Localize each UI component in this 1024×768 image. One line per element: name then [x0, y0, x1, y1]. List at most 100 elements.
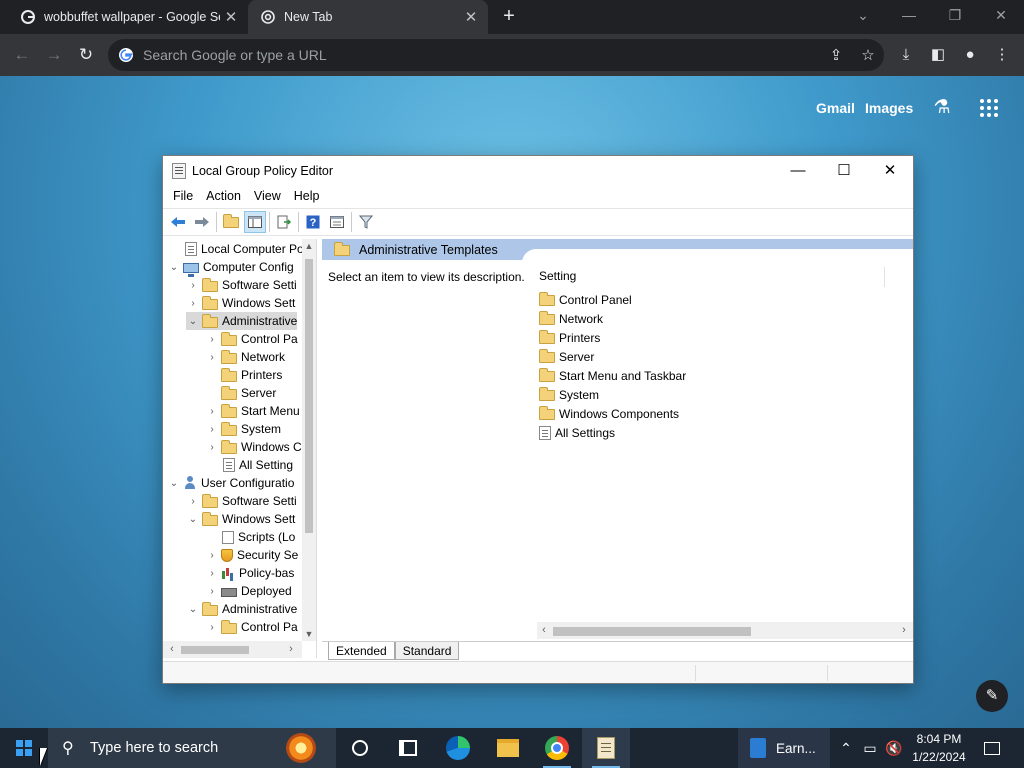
collapsed-chevron-icon[interactable]: › [205, 406, 219, 417]
scroll-left-arrow-icon[interactable]: ‹ [165, 641, 179, 658]
gpedit-taskbar-icon[interactable] [582, 728, 630, 768]
scroll-right-arrow-icon[interactable]: › [897, 622, 911, 639]
console-tree[interactable]: › Control Pa ⌄ Administrative › Deployed › Poli… [163, 239, 317, 658]
forward-arrow-icon[interactable] [191, 211, 213, 233]
tree-item[interactable]: › Policy-bas [205, 564, 294, 582]
expanded-chevron-icon[interactable]: ⌄ [186, 316, 200, 327]
taskbar-earn-document[interactable]: Earn... [738, 728, 830, 768]
tree-horizontal-scrollbar[interactable]: ‹ › [163, 641, 302, 658]
maximize-icon[interactable]: ☐ [821, 156, 867, 185]
collapsed-chevron-icon[interactable]: › [186, 280, 200, 291]
network-icon[interactable]: ▭ [860, 728, 880, 768]
collapsed-chevron-icon[interactable]: › [186, 496, 200, 507]
setting-list-item[interactable]: Windows Components [539, 405, 679, 423]
tree-item[interactable]: › Network [205, 348, 285, 366]
tree-item[interactable]: Scripts (Lo [205, 528, 295, 546]
chrome-taskbar-icon[interactable] [533, 728, 581, 768]
profile-icon[interactable]: ● [958, 43, 982, 67]
file-explorer-icon[interactable] [484, 728, 532, 768]
notification-center-icon[interactable] [980, 728, 1004, 768]
google-apps-icon[interactable] [980, 99, 998, 117]
customize-chrome-pencil-icon[interactable]: ✎ [976, 680, 1008, 712]
expanded-chevron-icon[interactable]: ⌄ [186, 604, 200, 615]
gmail-link[interactable]: Gmail [816, 100, 855, 116]
minimize-icon[interactable]: — [775, 156, 821, 185]
share-icon[interactable]: ⇪ [820, 46, 852, 64]
scroll-left-arrow-icon[interactable]: ‹ [537, 622, 551, 639]
tree-item[interactable]: › Windows C [205, 438, 302, 456]
tree-item[interactable]: Printers [205, 366, 282, 384]
collapsed-chevron-icon[interactable]: › [186, 298, 200, 309]
tree-item[interactable]: Server [205, 384, 276, 402]
collapsed-chevron-icon[interactable]: › [205, 568, 219, 579]
details-horizontal-scrollbar[interactable]: ‹ › [537, 622, 913, 639]
setting-list-item[interactable]: Network [539, 310, 603, 328]
column-separator[interactable] [884, 267, 885, 287]
tab-search-chevron-icon[interactable]: ⌄ [840, 0, 886, 30]
new-tab-button[interactable]: + [496, 5, 522, 29]
collapsed-chevron-icon[interactable]: › [205, 334, 219, 345]
tree-item[interactable]: ⌄ Administrative [186, 312, 298, 330]
cortana-icon[interactable] [336, 728, 384, 768]
tree-item[interactable]: ⌄ Computer Config [167, 258, 294, 277]
bookmark-star-icon[interactable]: ☆ [852, 46, 884, 64]
taskbar-search-box[interactable]: ⚲ Type here to search [48, 728, 336, 768]
tree-item[interactable]: › Start Menu [205, 402, 300, 420]
menu-file[interactable]: File [163, 189, 200, 203]
scroll-down-arrow-icon[interactable]: ▼ [302, 627, 316, 641]
tree-item[interactable]: › Control Pa [205, 618, 298, 636]
properties-icon[interactable] [326, 211, 348, 233]
setting-list-item[interactable]: System [539, 386, 599, 404]
volume-muted-icon[interactable]: 🔇 [884, 728, 904, 768]
help-icon[interactable]: ? [302, 211, 324, 233]
tree-item[interactable]: › Software Setti [186, 276, 297, 294]
filter-icon[interactable] [355, 211, 377, 233]
setting-list-item[interactable]: Control Panel [539, 291, 632, 309]
browser-tab-google-search[interactable]: wobbuffet wallpaper - Google Se ✕ [8, 0, 248, 34]
task-view-icon[interactable] [384, 728, 432, 768]
collapsed-chevron-icon[interactable]: › [205, 424, 219, 435]
up-folder-icon[interactable] [220, 211, 242, 233]
collapsed-chevron-icon[interactable]: › [205, 352, 219, 363]
address-bar[interactable]: Search Google or type a URL ⇪ ☆ [108, 39, 884, 71]
tree-item[interactable]: › Software Setti [186, 492, 297, 510]
close-window-icon[interactable]: ✕ [867, 156, 913, 185]
tree-item[interactable]: ⌄ User Configuratio [167, 474, 294, 492]
restore-icon[interactable]: ❐ [932, 0, 978, 30]
menu-help[interactable]: Help [288, 189, 327, 203]
reload-icon[interactable]: ↻ [74, 43, 98, 67]
download-icon[interactable]: ⤓ [894, 43, 918, 67]
tab-standard[interactable]: Standard [394, 642, 460, 660]
setting-list-item[interactable]: Server [539, 348, 594, 366]
tab-extended[interactable]: Extended [328, 642, 395, 660]
browser-tab-new-tab[interactable]: New Tab ✕ [248, 0, 488, 34]
tree-item[interactable]: ⌄ Administrative [186, 600, 297, 618]
tree-vertical-scrollbar[interactable]: ▲ ▼ [302, 239, 316, 641]
search-highlight-image[interactable] [270, 728, 336, 768]
expanded-chevron-icon[interactable]: ⌄ [167, 478, 181, 489]
collapsed-chevron-icon[interactable]: › [205, 550, 219, 561]
column-header-setting[interactable]: Setting [539, 269, 576, 283]
collapsed-chevron-icon[interactable]: › [205, 622, 219, 633]
tree-item[interactable]: ⌄ Windows Sett [186, 510, 295, 528]
show-hide-tree-icon[interactable] [244, 211, 266, 233]
close-tab-icon[interactable]: ✕ [460, 8, 482, 26]
close-tab-icon[interactable]: ✕ [220, 8, 242, 26]
scroll-right-arrow-icon[interactable]: › [284, 641, 298, 658]
back-arrow-icon[interactable] [167, 211, 189, 233]
back-icon[interactable]: ← [10, 43, 34, 67]
tree-item[interactable]: Local Computer Polic [167, 240, 315, 258]
menu-view[interactable]: View [248, 189, 288, 203]
clock[interactable]: 8:04 PM 1/22/2024 [908, 730, 970, 766]
minimize-icon[interactable]: — [886, 0, 932, 30]
labs-flask-icon[interactable]: ⚗ [930, 96, 954, 120]
tree-item[interactable]: › Security Se [205, 546, 298, 564]
expanded-chevron-icon[interactable]: ⌄ [186, 514, 200, 525]
close-window-icon[interactable]: ✕ [978, 0, 1024, 30]
setting-list-item[interactable]: All Settings [539, 424, 615, 442]
export-list-icon[interactable] [273, 211, 295, 233]
scroll-up-arrow-icon[interactable]: ▲ [302, 239, 316, 253]
collapsed-chevron-icon[interactable]: › [205, 442, 219, 453]
expanded-chevron-icon[interactable]: ⌄ [167, 262, 181, 273]
more-menu-icon[interactable]: ⋮ [990, 43, 1014, 67]
